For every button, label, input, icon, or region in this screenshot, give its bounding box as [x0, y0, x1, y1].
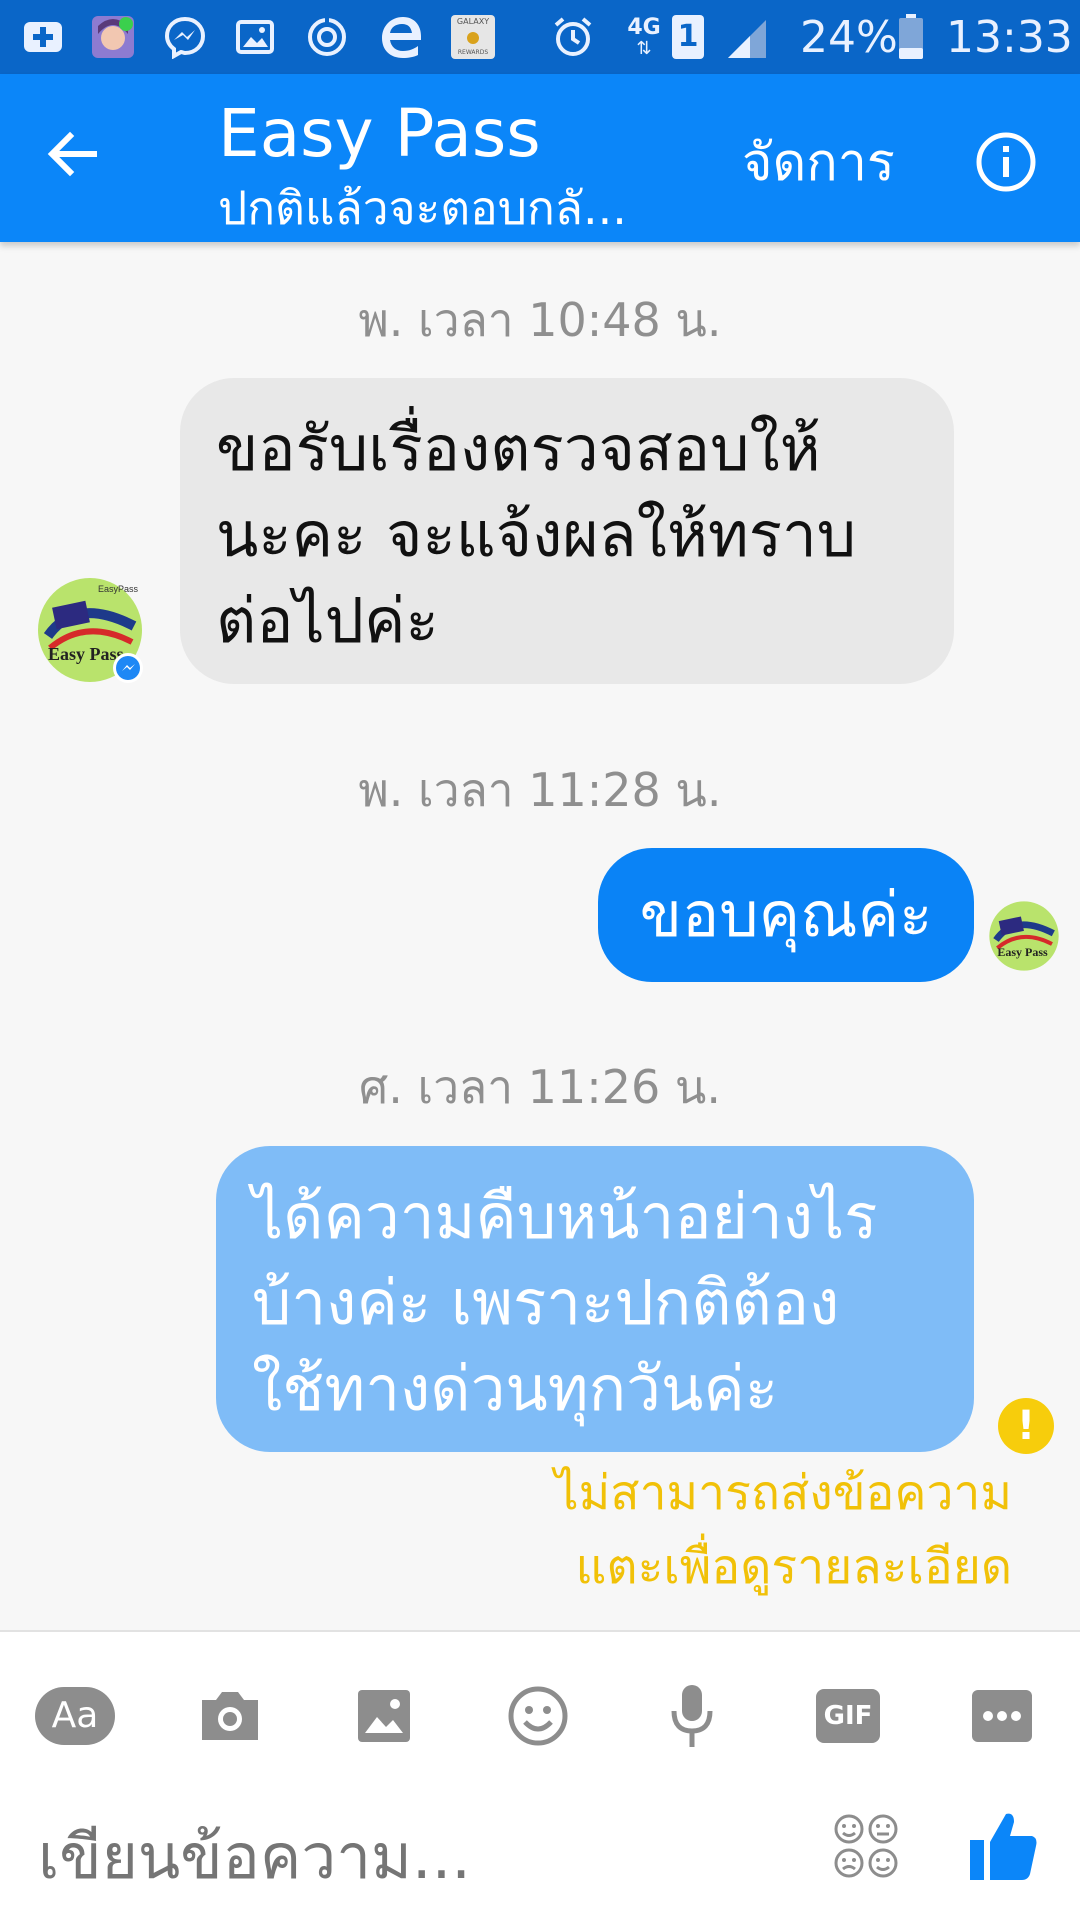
smiley-icon [508, 1686, 568, 1746]
thumbs-up-icon [970, 1813, 1037, 1880]
alarm-icon [548, 12, 598, 62]
camera-icon [202, 1692, 258, 1740]
message-timestamp: พ. เวลา 11:28 น. [358, 763, 722, 817]
more-icon [972, 1690, 1032, 1742]
message-line: ขอรับเรื่องตรวจสอบให้ [216, 412, 821, 485]
aa-icon: Aa [35, 1687, 115, 1745]
gif-icon: GIF [816, 1689, 880, 1743]
fail-note-line: แตะเพื่อดูรายละเอียด [575, 1539, 1012, 1595]
battery-percent: 24% [800, 12, 898, 63]
voice-button[interactable] [650, 1674, 734, 1758]
conversation-header: Easy Pass ปกติแล้วจะตอบกลั... จัดการ [0, 74, 1080, 242]
signal-icon [722, 12, 772, 62]
manage-button[interactable]: จัดการ [742, 128, 895, 198]
microphone-icon [671, 1685, 713, 1747]
image-icon [358, 1690, 410, 1742]
message-line: ได้ความคืบหน้าอย่างไร [252, 1180, 878, 1253]
clock: 13:33 [946, 12, 1073, 63]
back-arrow-icon [47, 131, 97, 177]
message-line: บ้างค่ะ เพราะปกติต้อง [252, 1266, 840, 1339]
status-bar: GALAXY REWARDS 4G ⇅ 1 24% 13:33 [0, 0, 1080, 74]
message-timestamp: พ. เวลา 10:48 น. [358, 293, 722, 347]
fail-note-line: ไม่สามารถส่งข้อความ [554, 1465, 1013, 1521]
svg-text:Easy Pass: Easy Pass [997, 945, 1048, 959]
camera-button[interactable] [188, 1674, 272, 1758]
gif-button[interactable]: GIF [806, 1674, 890, 1758]
send-failed-notice[interactable]: ไม่สามารถส่งข้อความ แตะเพื่อดูรายละเอียด [555, 1456, 1013, 1604]
sim-icon: 1 [670, 12, 706, 62]
gallery-icon [230, 12, 280, 62]
more-button[interactable] [960, 1674, 1044, 1758]
contact-status: ปกติแล้วจะตอบกลั... [218, 181, 627, 235]
easy-pass-logo-icon: Easy Pass EasyPass [38, 578, 143, 683]
outgoing-message-bubble[interactable]: ขอบคุณค่ะ [598, 848, 974, 982]
sticker-button[interactable] [832, 1812, 900, 1880]
message-line: ต่อไปค่ะ [216, 584, 439, 657]
network-type: 4G ⇅ [627, 15, 661, 59]
easy-pass-logo-icon: Easy Pass [989, 901, 1059, 971]
messenger-icon [160, 12, 210, 62]
info-button[interactable] [974, 130, 1038, 194]
incoming-message-bubble[interactable]: ขอรับเรื่องตรวจสอบให้ นะคะ จะแจ้งผลให้ทร… [180, 378, 954, 684]
info-icon [976, 132, 1036, 192]
text-style-button[interactable]: Aa [34, 1674, 116, 1758]
message-line: ขอบคุณค่ะ [639, 878, 933, 951]
contact-avatar[interactable]: Easy Pass EasyPass [36, 576, 144, 684]
sync-icon [302, 12, 352, 62]
composer: Aa GIF [0, 1630, 1080, 1920]
svg-text:EasyPass: EasyPass [98, 584, 139, 594]
battery-icon [896, 12, 926, 62]
sticker-faces-icon [834, 1814, 898, 1878]
message-line: นะคะ จะแจ้งผลให้ทราบ [216, 498, 857, 571]
message-timestamp: ศ. เวลา 11:26 น. [359, 1060, 721, 1114]
emoji-button[interactable] [496, 1674, 580, 1758]
contact-name[interactable]: Easy Pass [218, 92, 541, 176]
gallery-button[interactable] [342, 1674, 426, 1758]
galaxy-rewards-icon: GALAXY REWARDS [448, 12, 498, 62]
seen-avatar: Easy Pass [988, 900, 1060, 972]
message-input[interactable] [38, 1812, 798, 1902]
send-failed-icon[interactable]: ! [998, 1398, 1054, 1454]
svg-text:Easy Pass: Easy Pass [48, 644, 124, 664]
edge-icon [374, 12, 428, 62]
like-button[interactable] [968, 1808, 1040, 1884]
avatar-app-icon [88, 12, 138, 62]
add-icon [18, 12, 68, 62]
back-button[interactable] [36, 118, 108, 190]
failed-message-bubble[interactable]: ได้ความคืบหน้าอย่างไร บ้างค่ะ เพราะปกติต… [216, 1146, 974, 1452]
message-line: ใช้ทางด่วนทุกวันค่ะ [252, 1352, 779, 1425]
